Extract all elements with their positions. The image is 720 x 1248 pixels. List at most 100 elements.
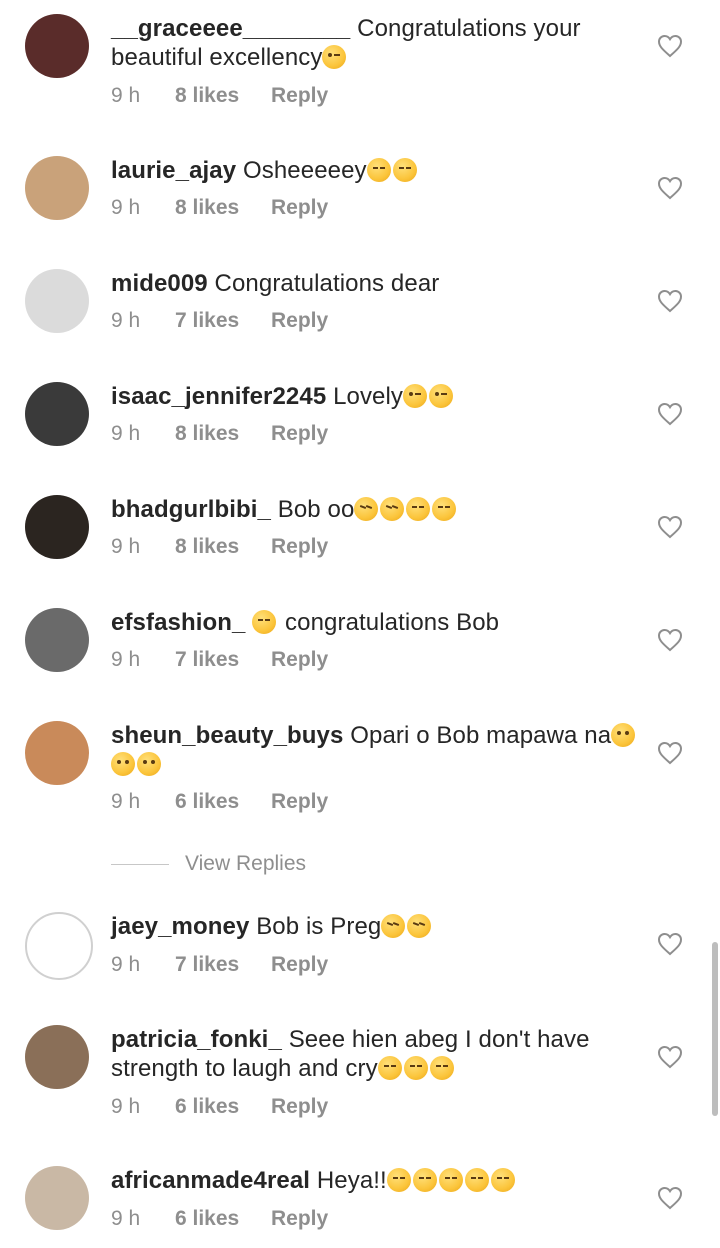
tired-emoji-icon — [381, 914, 406, 938]
comment-username[interactable]: jaey_money — [111, 913, 249, 940]
avatar[interactable] — [25, 382, 89, 446]
avatar[interactable] — [25, 608, 89, 672]
comment-text: isaac_jennifer2245 Lovely — [111, 382, 651, 411]
comment-meta: 9 h 6 likes Reply — [111, 790, 328, 814]
comment-time: 9 h — [111, 84, 141, 107]
reply-button[interactable]: Reply — [271, 309, 328, 333]
comment-username[interactable]: mide009 — [111, 270, 208, 297]
reply-button[interactable]: Reply — [271, 535, 328, 559]
heart-icon[interactable] — [657, 628, 683, 652]
kiss-emoji-icon — [322, 45, 347, 69]
laugh-emoji-icon — [406, 497, 431, 521]
avatar[interactable] — [25, 495, 89, 559]
comment-body: Lovely — [333, 383, 404, 410]
comment-username[interactable]: laurie_ajay — [111, 157, 236, 184]
comment-likes[interactable]: 7 likes — [175, 953, 271, 977]
comment-likes[interactable]: 8 likes — [175, 422, 271, 446]
reply-button[interactable]: Reply — [271, 84, 328, 108]
comment-likes[interactable]: 8 likes — [175, 196, 271, 220]
view-replies-label[interactable]: View Replies — [185, 852, 306, 876]
reply-button[interactable]: Reply — [271, 790, 328, 814]
smile-emoji-icon — [111, 752, 135, 776]
comment-text: __graceeee________ Congratulations your … — [111, 14, 651, 72]
laugh-emoji-icon — [412, 1168, 437, 1192]
comment-likes[interactable]: 8 likes — [175, 84, 271, 108]
comment-time: 9 h — [111, 1095, 141, 1118]
reply-button[interactable]: Reply — [271, 1207, 328, 1231]
comment-text: africanmade4real Heya!! — [111, 1166, 651, 1195]
comment-likes[interactable]: 7 likes — [175, 648, 271, 672]
comment-body: congratulations Bob — [285, 609, 500, 636]
comment-username[interactable]: bhadgurlbibi_ — [111, 496, 271, 523]
comment-time: 9 h — [111, 196, 141, 219]
comment-time: 9 h — [111, 648, 141, 671]
avatar[interactable] — [25, 156, 89, 220]
comment-likes[interactable]: 7 likes — [175, 309, 271, 333]
comment-meta: 9 h 7 likes Reply — [111, 648, 328, 672]
comment-username[interactable]: patricia_fonki_ — [111, 1026, 282, 1053]
comment-body: Opari o Bob mapawa na — [350, 722, 612, 749]
comment-time: 9 h — [111, 953, 141, 976]
heart-icon[interactable] — [657, 176, 683, 200]
avatar[interactable] — [25, 269, 89, 333]
heart-icon[interactable] — [657, 289, 683, 313]
comment-meta: 9 h 6 likes Reply — [111, 1207, 328, 1231]
comment-likes[interactable]: 8 likes — [175, 535, 271, 559]
comment-text: jaey_money Bob is Preg — [111, 912, 651, 941]
view-replies[interactable]: View Replies — [111, 851, 306, 877]
heart-icon[interactable] — [657, 402, 683, 426]
comment-username[interactable]: isaac_jennifer2245 — [111, 383, 326, 410]
comment-meta: 9 h 6 likes Reply — [111, 1095, 328, 1119]
comment-text: efsfashion_ congratulations Bob — [111, 608, 651, 637]
laugh-emoji-icon — [432, 497, 457, 521]
comment-time: 9 h — [111, 790, 141, 813]
tired-emoji-icon — [407, 914, 432, 938]
reply-button[interactable]: Reply — [271, 953, 328, 977]
laugh-emoji-icon — [366, 158, 391, 182]
comment-meta: 9 h 8 likes Reply — [111, 84, 328, 108]
heart-icon[interactable] — [657, 932, 683, 956]
laugh-emoji-icon — [386, 1168, 411, 1192]
laugh-emoji-icon — [464, 1168, 489, 1192]
heart-icon[interactable] — [657, 741, 683, 765]
comment-likes[interactable]: 6 likes — [175, 1207, 271, 1231]
kiss-emoji-icon — [429, 384, 454, 408]
comment-time: 9 h — [111, 1207, 141, 1230]
comment-text: sheun_beauty_buys Opari o Bob mapawa na — [111, 721, 651, 779]
comment-text: patricia_fonki_ Seee hien abeg I don't h… — [111, 1025, 651, 1083]
comment-username[interactable]: __graceeee________ — [111, 15, 350, 42]
smile-emoji-icon — [611, 723, 636, 747]
laugh-emoji-icon — [377, 1056, 402, 1080]
laugh-emoji-icon — [429, 1056, 454, 1080]
smile-emoji-icon — [137, 752, 161, 776]
avatar[interactable] — [25, 1025, 89, 1089]
tired-emoji-icon — [380, 497, 405, 521]
avatar[interactable] — [25, 14, 89, 78]
heart-icon[interactable] — [657, 1186, 683, 1210]
comment-likes[interactable]: 6 likes — [175, 790, 271, 814]
comment-time: 9 h — [111, 535, 141, 558]
comment-likes[interactable]: 6 likes — [175, 1095, 271, 1119]
avatar[interactable] — [25, 721, 89, 785]
comment-body: Bob is Preg — [256, 913, 382, 940]
comment-username[interactable]: africanmade4real — [111, 1167, 310, 1194]
tired-emoji-icon — [354, 497, 379, 521]
comment-username[interactable]: efsfashion_ — [111, 609, 245, 636]
reply-button[interactable]: Reply — [271, 422, 328, 446]
avatar[interactable] — [25, 912, 93, 980]
reply-button[interactable]: Reply — [271, 196, 328, 220]
comment-text: laurie_ajay Osheeeeey — [111, 156, 651, 185]
comment-username[interactable]: sheun_beauty_buys — [111, 722, 343, 749]
reply-button[interactable]: Reply — [271, 648, 328, 672]
heart-icon[interactable] — [657, 1045, 683, 1069]
reply-button[interactable]: Reply — [271, 1095, 328, 1119]
view-replies-line — [111, 863, 169, 865]
comment-meta: 9 h 8 likes Reply — [111, 422, 328, 446]
comment-body: Bob oo — [277, 496, 355, 523]
laugh-emoji-icon — [403, 1056, 428, 1080]
avatar[interactable] — [25, 1166, 89, 1230]
heart-icon[interactable] — [657, 34, 683, 58]
scrollbar[interactable] — [712, 942, 718, 1116]
heart-icon[interactable] — [657, 515, 683, 539]
comment-body: Osheeeeey — [242, 157, 367, 184]
